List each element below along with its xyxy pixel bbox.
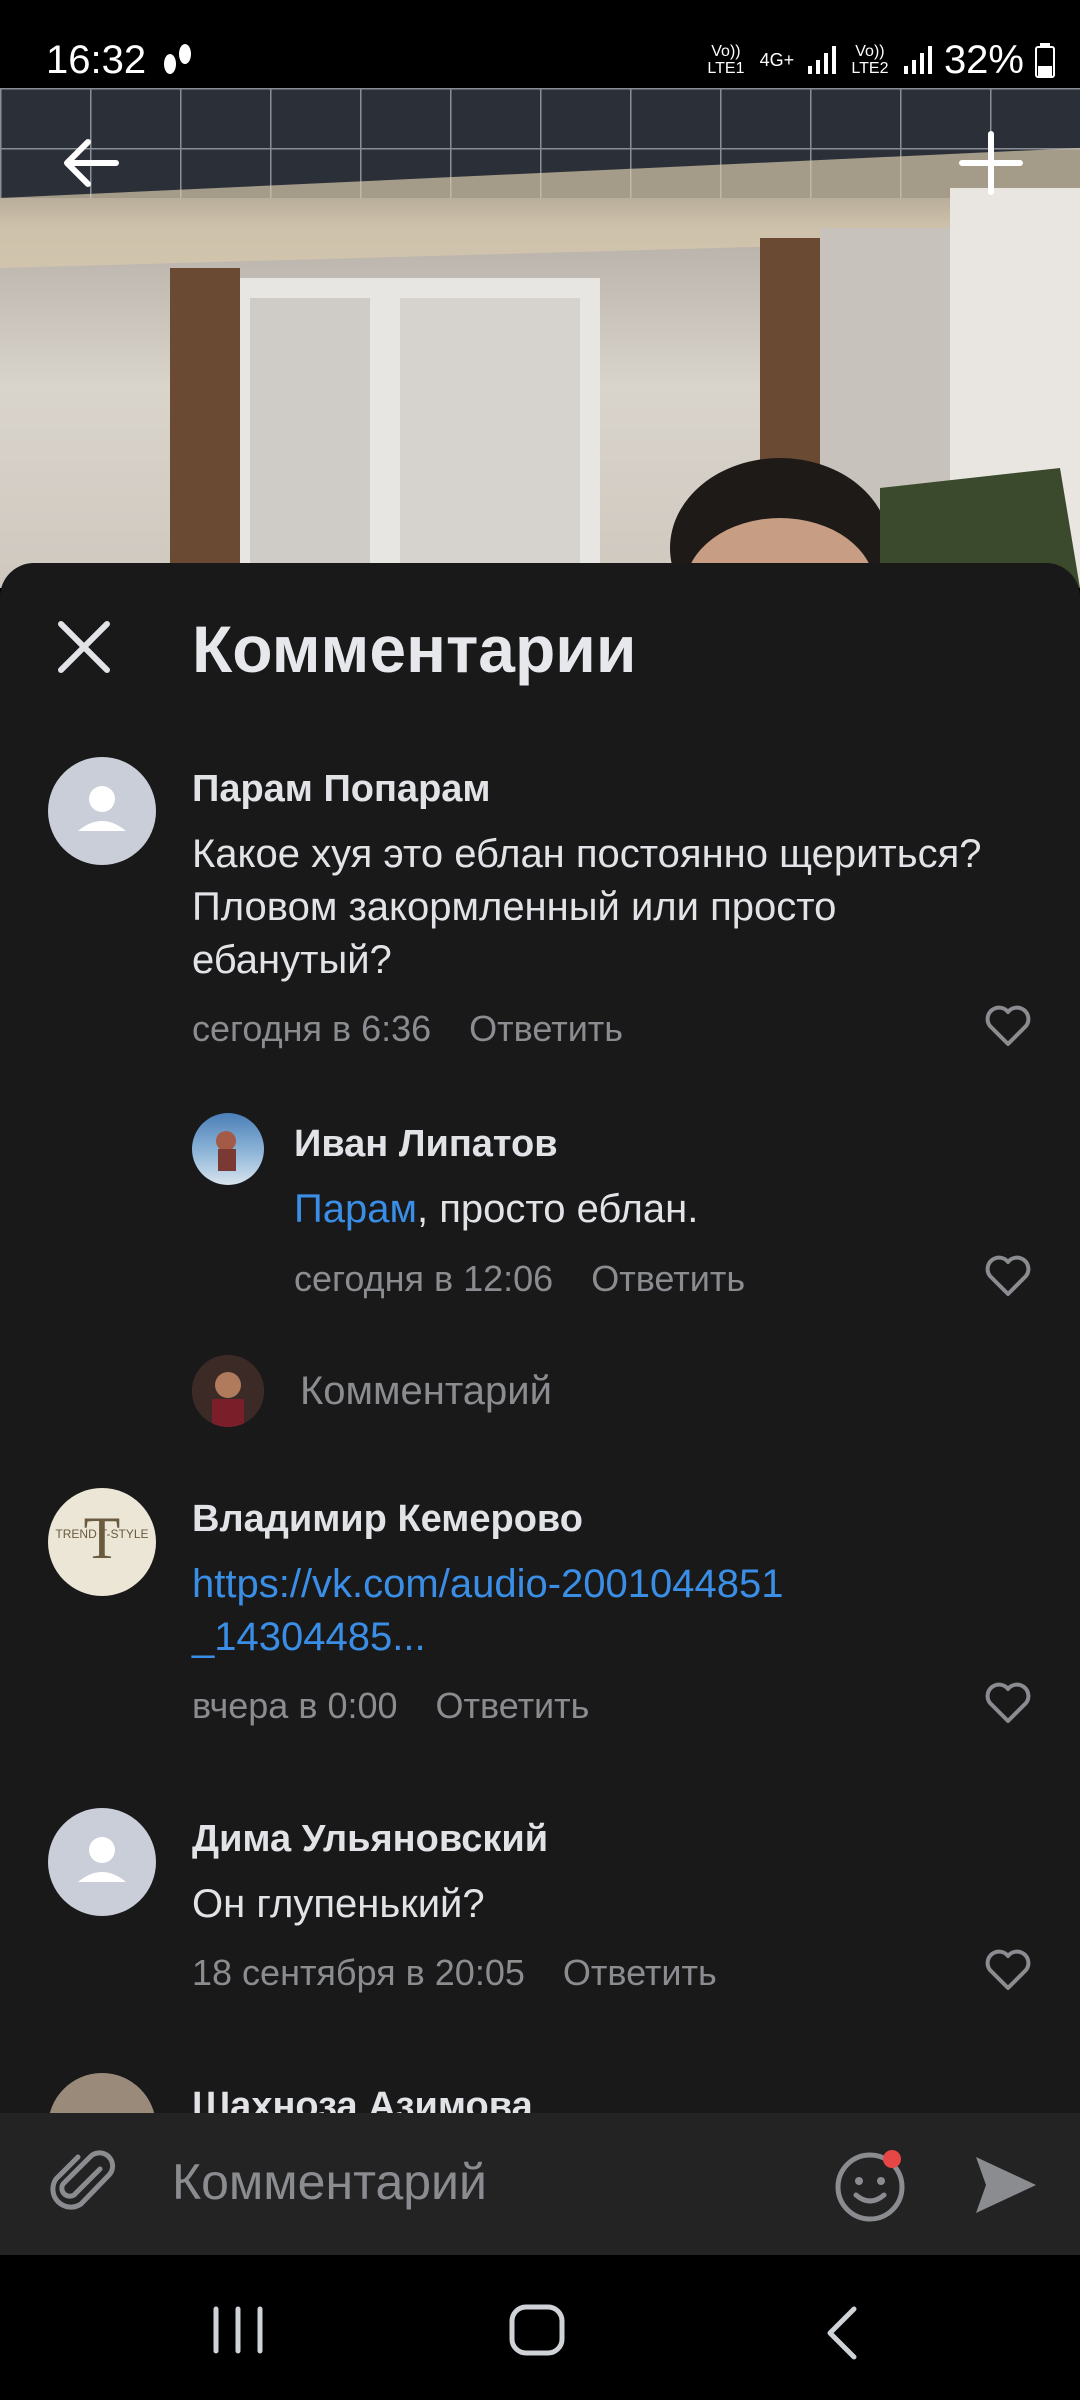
reply-button[interactable]: Ответить bbox=[436, 1685, 590, 1727]
brand-logo: T TREND T-STYLE bbox=[55, 1505, 148, 1571]
status-bar: 16:32 Vo)) LTE1 4G+ Vo)) LTE2 32% bbox=[0, 0, 1080, 88]
reply-button[interactable]: Ответить bbox=[591, 1258, 745, 1300]
comment-time: 18 сентября в 20:05 bbox=[192, 1952, 525, 1993]
plus-icon bbox=[959, 131, 1023, 195]
avatar[interactable] bbox=[48, 757, 156, 865]
battery-percent: 32% bbox=[943, 37, 1024, 82]
user-placeholder-icon bbox=[78, 1837, 126, 1882]
reply-button[interactable]: Ответить bbox=[563, 1952, 717, 1994]
reply-button[interactable]: Ответить bbox=[469, 1008, 623, 1050]
home-icon[interactable] bbox=[508, 2303, 570, 2359]
heart-icon[interactable] bbox=[984, 1254, 1032, 1298]
system-nav-bar bbox=[0, 2255, 1080, 2400]
video-frame-image bbox=[0, 88, 1080, 588]
footprint-icon bbox=[164, 44, 191, 74]
current-user-avatar bbox=[192, 1355, 264, 1427]
add-button[interactable] bbox=[956, 128, 1026, 198]
user-placeholder-icon bbox=[78, 786, 126, 831]
close-icon bbox=[58, 621, 110, 673]
close-button[interactable] bbox=[42, 605, 126, 689]
avatar-photo bbox=[216, 1131, 236, 1171]
comment-time: сегодня в 6:36 bbox=[192, 1008, 432, 1049]
comment-text: Какое хуя это еблан постоянно щериться? … bbox=[192, 832, 982, 982]
comment-time: сегодня в 12:06 bbox=[294, 1258, 554, 1299]
avatar-photo bbox=[192, 1355, 264, 1427]
comment-text: Он глупенький? bbox=[192, 1882, 485, 1926]
heart-icon[interactable] bbox=[984, 1948, 1032, 1992]
avatar[interactable]: T TREND T-STYLE bbox=[48, 1488, 156, 1596]
mention-link[interactable]: Парам bbox=[294, 1187, 417, 1231]
panel-title: Комментарии bbox=[192, 612, 637, 686]
comment-input[interactable]: Комментарий bbox=[172, 2153, 487, 2211]
comment-meta: сегодня в 6:36 Ответить bbox=[192, 1008, 623, 1050]
comment-author[interactable]: Иван Липатов bbox=[294, 1123, 558, 1166]
comment-author[interactable]: Парам Попарам bbox=[192, 768, 491, 811]
comment-meta: сегодня в 12:06 Ответить bbox=[294, 1258, 745, 1300]
arrow-left-icon bbox=[64, 139, 119, 187]
comment-link[interactable]: https://vk.com/audio-2001044851 _1430448… bbox=[192, 1558, 1032, 1664]
reply-input[interactable]: Комментарий bbox=[300, 1369, 552, 1414]
avatar[interactable] bbox=[48, 1808, 156, 1916]
comment-meta: 18 сентября в 20:05 Ответить bbox=[192, 1952, 717, 1994]
notification-dot bbox=[883, 2150, 901, 2168]
avatar[interactable] bbox=[192, 1113, 264, 1185]
network2-label: Vo)) LTE2 bbox=[851, 43, 889, 77]
status-time: 16:32 bbox=[46, 38, 147, 82]
status-icons: Vo)) LTE1 4G+ Vo)) LTE2 32% bbox=[704, 36, 1056, 84]
network-type-label: 4G+ bbox=[759, 49, 795, 70]
back-button[interactable] bbox=[56, 128, 126, 198]
comment-author[interactable]: Владимир Кемерово bbox=[192, 1498, 583, 1541]
comments-panel: Комментарии Парам Попарам Какое хуя это … bbox=[0, 563, 1080, 2113]
back-nav-icon[interactable] bbox=[822, 2305, 862, 2361]
link-line-2[interactable]: _14304485... bbox=[192, 1611, 1032, 1664]
comment-text-body: , просто еблан. bbox=[417, 1187, 699, 1231]
signal2-icon bbox=[903, 46, 932, 74]
network1-label: Vo)) LTE1 bbox=[707, 43, 745, 77]
comment-author[interactable]: Шахноза Азимова bbox=[192, 2085, 533, 2113]
send-icon[interactable] bbox=[970, 2149, 1042, 2221]
avatar-text: TREND T-STYLE bbox=[55, 1527, 148, 1541]
recent-apps-icon[interactable] bbox=[210, 2305, 266, 2355]
comment-input-bar: Комментарий bbox=[0, 2113, 1080, 2255]
paperclip-icon[interactable] bbox=[48, 2147, 122, 2221]
link-line-1[interactable]: https://vk.com/audio-2001044851 bbox=[192, 1558, 1032, 1611]
battery-icon bbox=[1035, 43, 1055, 78]
heart-icon[interactable] bbox=[984, 1681, 1032, 1725]
comment-meta: вчера в 0:00 Ответить bbox=[192, 1685, 589, 1727]
avatar[interactable] bbox=[48, 2073, 156, 2113]
comment-author[interactable]: Дима Ульяновский bbox=[192, 1818, 548, 1861]
signal1-icon bbox=[807, 46, 836, 74]
heart-icon[interactable] bbox=[984, 1004, 1032, 1048]
comment-time: вчера в 0:00 bbox=[192, 1685, 398, 1726]
emoji-icon[interactable] bbox=[832, 2145, 912, 2225]
comment-text: Парам, просто еблан. bbox=[294, 1183, 1034, 1236]
video-preview[interactable] bbox=[0, 88, 1080, 588]
